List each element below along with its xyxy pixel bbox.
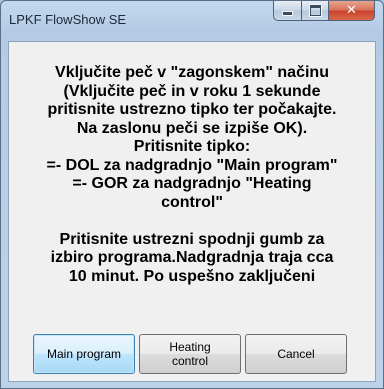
maximize-icon: [309, 5, 321, 16]
dialog-content: Vključite peč v "zagonskem" načinu (Vklj…: [8, 41, 376, 382]
main-program-label: Main program: [46, 347, 122, 361]
minimize-icon: [282, 11, 293, 16]
cancel-button[interactable]: Cancel: [245, 334, 347, 374]
heating-control-label: Heating control: [169, 340, 211, 368]
title-bar[interactable]: LPKF FlowShow SE ✕: [1, 1, 383, 41]
instructions-text: Vključite peč v "zagonskem" načinu (Vklj…: [46, 64, 338, 285]
caption-buttons: ✕: [273, 1, 375, 21]
dialog-window: LPKF FlowShow SE ✕ Vključite peč v "zago…: [0, 0, 384, 389]
minimize-button[interactable]: [273, 1, 301, 21]
button-bar: Main program Heating control Cancel: [9, 327, 375, 381]
main-program-button[interactable]: Main program: [33, 334, 135, 374]
window-title: LPKF FlowShow SE: [9, 12, 127, 27]
close-button[interactable]: ✕: [328, 1, 375, 21]
close-icon: ✕: [346, 3, 357, 18]
maximize-button[interactable]: [301, 1, 328, 21]
heating-control-button[interactable]: Heating control: [139, 334, 241, 374]
cancel-label: Cancel: [277, 347, 315, 361]
